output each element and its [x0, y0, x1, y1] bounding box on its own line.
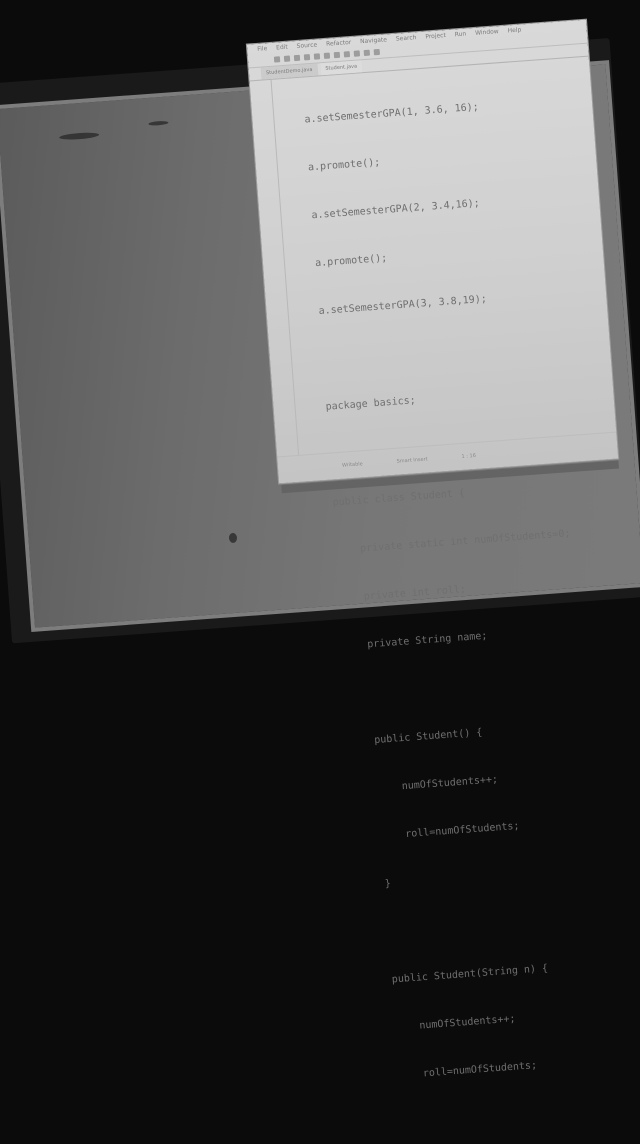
code-line: private static int numOfStudents=0;	[335, 528, 571, 557]
gutter-marker	[252, 117, 271, 134]
open-type-icon[interactable]	[343, 51, 351, 58]
code-line: roll=numOfStudents;	[374, 1060, 538, 1083]
status-writable: Writable	[341, 461, 363, 469]
back-icon[interactable]	[363, 49, 371, 57]
gutter-marker	[269, 340, 288, 357]
forward-icon[interactable]	[373, 48, 381, 56]
code-line: private int roll;	[339, 584, 467, 605]
gutter-marker	[257, 181, 276, 198]
gutter-marker	[264, 277, 283, 294]
save-icon[interactable]	[283, 55, 291, 62]
gutter-marker	[270, 356, 289, 373]
code-area[interactable]: a.setSemesterGPA(1, 3.6, 16); a.promote(…	[271, 56, 616, 1080]
gutter-marker	[253, 133, 272, 150]
gutter-marker	[255, 149, 274, 166]
code-line: a.promote();	[314, 252, 388, 270]
code-line: roll=numOfStudents;	[356, 820, 520, 844]
gutter-marker	[262, 245, 281, 262]
projected-ide-window: File Edit Source Refactor Navigate Searc…	[246, 19, 619, 1080]
code-line: a.promote();	[307, 157, 381, 174]
gutter-marker	[273, 404, 292, 421]
gutter-marker	[271, 372, 290, 389]
status-insert-mode: Smart Insert	[396, 456, 428, 465]
menu-item[interactable]: Help	[507, 26, 521, 34]
menu-item[interactable]: Project	[425, 32, 446, 40]
debug-icon[interactable]	[303, 54, 311, 61]
menu-item[interactable]: Navigate	[360, 36, 387, 45]
smudge	[228, 532, 238, 544]
search-icon[interactable]	[353, 50, 361, 57]
code-editor[interactable]: a.setSemesterGPA(1, 3.6, 16); a.promote(…	[249, 56, 617, 1080]
smudge	[58, 131, 100, 141]
gutter-marker	[256, 165, 275, 182]
code-line: a.setSemesterGPA(1, 3.6, 16);	[304, 101, 480, 126]
menu-item[interactable]: Source	[296, 41, 317, 49]
menu-item[interactable]: Run	[454, 31, 466, 39]
menu-item[interactable]: Search	[396, 34, 417, 42]
code-line: a.setSemesterGPA(3, 3.8,19);	[318, 293, 488, 318]
menu-item[interactable]: Refactor	[326, 39, 352, 48]
new-file-icon[interactable]	[273, 56, 281, 63]
code-line: numOfStudents++;	[353, 774, 499, 796]
code-line: package basics;	[325, 395, 417, 413]
gutter-marker	[263, 261, 282, 278]
menu-item[interactable]: File	[257, 45, 268, 53]
gutter-marker	[268, 325, 287, 342]
gutter-marker	[259, 213, 278, 230]
gutter-marker	[258, 197, 277, 214]
code-line: public Student(String n) {	[367, 963, 549, 988]
code-line: public Student() {	[349, 727, 483, 748]
gutter-marker	[251, 101, 270, 118]
menu-item[interactable]: Edit	[276, 44, 288, 52]
gutter-marker	[261, 229, 280, 246]
smudge	[148, 120, 169, 127]
run-icon[interactable]	[313, 53, 321, 60]
code-line: }	[360, 878, 392, 892]
print-icon[interactable]	[293, 54, 301, 62]
gutter-marker	[266, 309, 285, 326]
code-line: numOfStudents++;	[370, 1013, 516, 1036]
menu-item[interactable]: Window	[475, 28, 499, 37]
photographed-board: File Edit Source Refactor Navigate Searc…	[0, 0, 640, 1080]
gutter-marker	[265, 293, 284, 310]
code-line: private String name;	[342, 630, 488, 653]
code-line: a.setSemesterGPA(2, 3.4,16);	[311, 197, 481, 222]
external-tools-icon[interactable]	[323, 52, 331, 59]
gutter-marker	[250, 85, 269, 102]
status-cursor-position: 1 : 16	[461, 452, 477, 460]
new-class-icon[interactable]	[333, 51, 341, 59]
gutter-marker	[272, 388, 291, 405]
